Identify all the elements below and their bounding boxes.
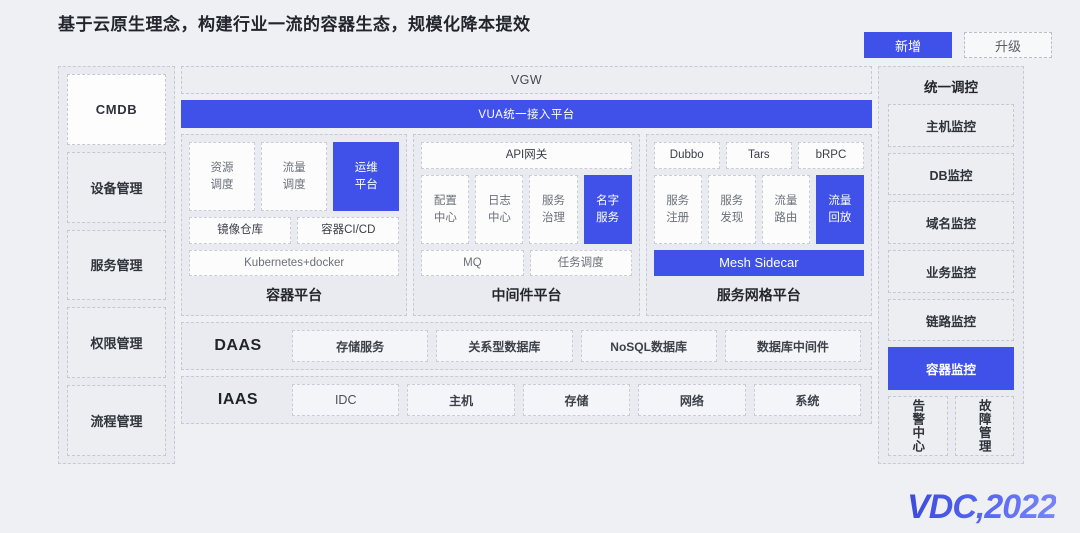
add-button[interactable]: 新增 [864, 32, 952, 58]
cell-line: 路由 [774, 211, 798, 224]
cell-line: 服务 [720, 194, 744, 207]
cell-line: 调度 [210, 178, 234, 191]
cell-service-registration[interactable]: 服务 注册 [653, 175, 702, 244]
platform-container-row-1: 资源 调度 流量 调度 运维 平台 [189, 142, 400, 211]
slide-canvas: 基于云原生理念，构建行业一流的容器生态，规模化降本提效 新增 升级 CMDB 设… [0, 0, 1080, 533]
fault-management-box[interactable]: 故障管理 [954, 396, 1014, 457]
platform-mesh-row-2: 服务 注册 服务 发现 流量 路由 流量 回放 [653, 175, 864, 244]
cell-line: 调度 [282, 178, 306, 191]
cell-network[interactable]: 网络 [638, 384, 746, 416]
cell-relational-database[interactable]: 关系型数据库 [436, 330, 573, 362]
cell-line: 发现 [720, 211, 744, 224]
cell-line: 资源 [210, 161, 234, 174]
cell-nosql-database[interactable]: NoSQL数据库 [580, 330, 717, 362]
cell-container-cicd[interactable]: 容器CI/CD [297, 217, 400, 244]
tier-daas: DAAS 存储服务 关系型数据库 NoSQL数据库 数据库中间件 [181, 322, 872, 370]
upgrade-button[interactable]: 升级 [964, 32, 1052, 58]
cell-line: 名字 [596, 194, 620, 207]
action-button-row: 新增 升级 [864, 32, 1052, 58]
cell-log-center[interactable]: 日志 中心 [475, 175, 524, 244]
platform-middleware-row-3: MQ 任务调度 [421, 250, 632, 276]
cell-line: 运维 [354, 161, 378, 174]
cell-ops-platform[interactable]: 运维 平台 [333, 142, 400, 211]
cell-resource-scheduling[interactable]: 资源 调度 [189, 142, 256, 211]
cell-service-governance[interactable]: 服务 治理 [529, 175, 578, 244]
vdc-logo: VDC,2022 [907, 488, 1057, 526]
left-sidebar: CMDB 设备管理 服务管理 权限管理 流程管理 [58, 66, 175, 464]
cell-system[interactable]: 系统 [753, 384, 862, 416]
tier-iaas-label: IAAS [217, 391, 259, 408]
cell-line: 注册 [666, 211, 690, 224]
cell-idc[interactable]: IDC [292, 384, 400, 416]
cell-line: 中心 [487, 211, 511, 224]
right-sidebar: 统一调控 主机监控 DB监控 域名监控 业务监控 链路监控 容器监控 告警中心 … [878, 66, 1024, 464]
cell-api-gateway[interactable]: API网关 [421, 142, 632, 169]
cell-storage[interactable]: 存储 [522, 384, 631, 416]
vua-access-platform-bar[interactable]: VUA统一接入平台 [181, 100, 872, 128]
cell-traffic-scheduling[interactable]: 流量 调度 [261, 142, 328, 211]
sidebar-item-service-management[interactable]: 服务管理 [67, 229, 166, 301]
cell-host[interactable]: 主机 [407, 384, 515, 416]
cell-dubbo[interactable]: Dubbo [653, 142, 720, 169]
sidebar-item-device-management[interactable]: 设备管理 [67, 151, 166, 223]
cell-kubernetes-docker[interactable]: Kubernetes+docker [189, 250, 400, 276]
platform-mesh-row-1: Dubbo Tars bRPC [653, 142, 864, 169]
cell-line: 服务 [542, 194, 566, 207]
platform-container-row-3: Kubernetes+docker [189, 250, 400, 276]
cell-line: 流量 [828, 194, 852, 207]
monitor-item-domain[interactable]: 域名监控 [888, 201, 1014, 245]
sidebar-item-permission-management[interactable]: 权限管理 [67, 307, 166, 379]
platform-service-mesh-label: 服务网格平台 [716, 287, 801, 303]
monitor-item-host[interactable]: 主机监控 [888, 104, 1014, 147]
cell-image-registry[interactable]: 镜像仓库 [189, 217, 292, 244]
platform-mesh-row-3: Mesh Sidecar [653, 250, 864, 276]
platform-middleware-row-2: 配置 中心 日志 中心 服务 治理 名字 服务 [421, 175, 632, 244]
monitor-item-db[interactable]: DB监控 [888, 152, 1014, 196]
page-title: 基于云原生理念，构建行业一流的容器生态，规模化降本提效 [58, 15, 531, 34]
tier-daas-label: DAAS [214, 337, 262, 354]
cell-line: 服务 [666, 194, 690, 207]
cell-traffic-replay[interactable]: 流量 回放 [815, 175, 864, 244]
cell-service-discovery[interactable]: 服务 发现 [707, 175, 756, 244]
sidebar-item-process-management[interactable]: 流程管理 [67, 385, 166, 456]
cell-line: 配置 [433, 194, 457, 207]
cell-line: 平台 [354, 178, 378, 191]
cell-database-middleware[interactable]: 数据库中间件 [724, 330, 861, 362]
center-stack: VGW VUA统一接入平台 资源 调度 流量 调度 运维 平台 镜像仓库 容器C… [181, 66, 872, 464]
monitor-pair-row: 告警中心 故障管理 [888, 396, 1014, 457]
platform-service-mesh: Dubbo Tars bRPC 服务 注册 服务 发现 流量 路由 流量 回放 … [645, 134, 872, 316]
monitor-item-business[interactable]: 业务监控 [888, 250, 1014, 293]
platform-container: 资源 调度 流量 调度 运维 平台 镜像仓库 容器CI/CD Kubernete… [181, 134, 408, 316]
cell-line: 流量 [282, 161, 306, 174]
right-sidebar-header: 统一调控 [924, 80, 978, 95]
cell-brpc[interactable]: bRPC [797, 142, 864, 169]
cell-config-center[interactable]: 配置 中心 [421, 175, 470, 244]
sidebar-item-cmdb[interactable]: CMDB [67, 74, 166, 145]
cell-tars[interactable]: Tars [725, 142, 792, 169]
cell-line: 日志 [487, 194, 511, 207]
cell-mq[interactable]: MQ [421, 250, 524, 276]
platform-middleware: API网关 配置 中心 日志 中心 服务 治理 名字 服务 MQ 任务调度 中间… [413, 134, 640, 316]
tier-iaas: IAAS IDC 主机 存储 网络 系统 [181, 376, 872, 424]
alert-center-box[interactable]: 告警中心 [888, 396, 948, 457]
platform-middleware-row-1: API网关 [421, 142, 632, 169]
cell-task-scheduling[interactable]: 任务调度 [529, 250, 632, 276]
platform-row: 资源 调度 流量 调度 运维 平台 镜像仓库 容器CI/CD Kubernete… [181, 134, 872, 316]
architecture-diagram: CMDB 设备管理 服务管理 权限管理 流程管理 VGW VUA统一接入平台 资… [58, 66, 1024, 464]
vgw-bar[interactable]: VGW [181, 66, 872, 94]
platform-container-row-2: 镜像仓库 容器CI/CD [189, 217, 400, 244]
monitor-item-trace[interactable]: 链路监控 [888, 298, 1014, 342]
cell-line: 回放 [828, 211, 852, 224]
platform-middleware-label: 中间件平台 [491, 287, 562, 303]
cell-mesh-sidecar[interactable]: Mesh Sidecar [653, 250, 864, 276]
monitor-item-container[interactable]: 容器监控 [888, 347, 1014, 391]
cell-storage-service[interactable]: 存储服务 [292, 330, 429, 362]
cell-line: 中心 [433, 211, 457, 224]
cell-traffic-routing[interactable]: 流量 路由 [761, 175, 810, 244]
cell-line: 治理 [542, 211, 566, 224]
cell-line: 服务 [596, 211, 620, 224]
cell-line: 流量 [774, 194, 798, 207]
platform-container-label: 容器平台 [266, 287, 323, 303]
cell-naming-service[interactable]: 名字 服务 [583, 175, 632, 244]
